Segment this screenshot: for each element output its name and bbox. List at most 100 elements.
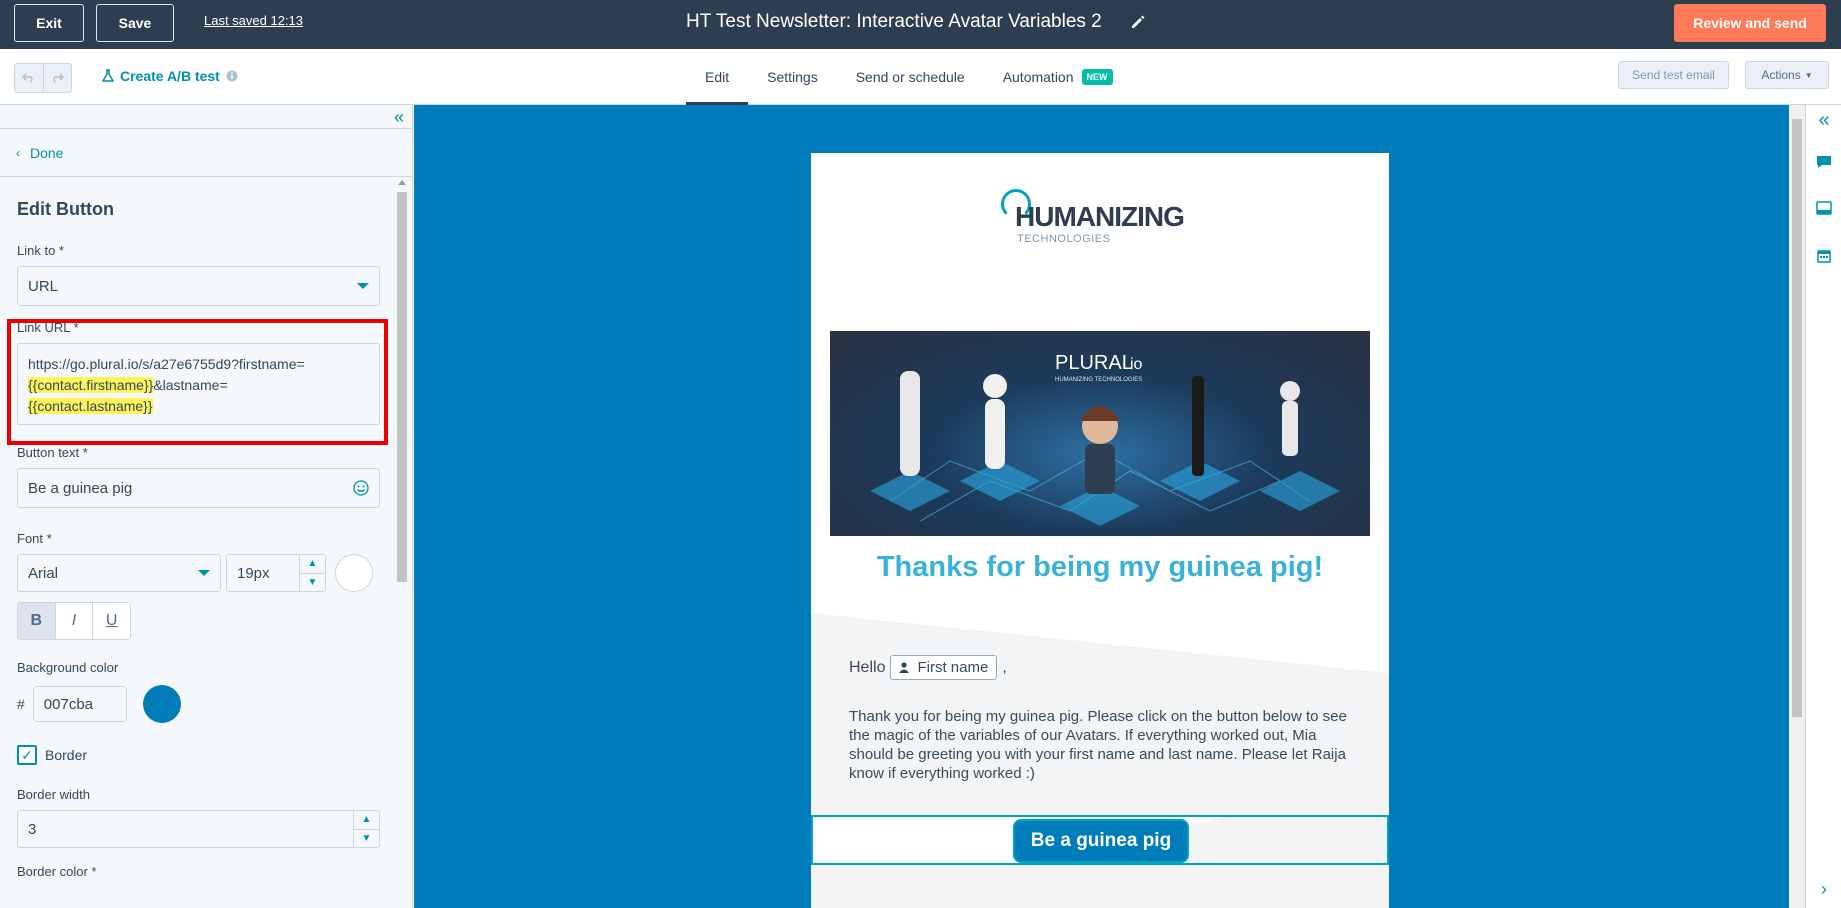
info-icon[interactable]: [226, 70, 238, 82]
font-size-stepper[interactable]: ▲ ▼: [299, 555, 325, 591]
preview-icon[interactable]: [1815, 199, 1833, 217]
panel-heading: Edit Button: [17, 199, 114, 219]
underline-button[interactable]: U: [92, 603, 131, 639]
border-width-label: Border width: [17, 787, 90, 802]
hero-brand-text: PLURAL: [1055, 352, 1133, 374]
review-and-send-button[interactable]: Review and send: [1674, 4, 1826, 42]
bg-color-swatch[interactable]: [142, 685, 181, 723]
right-sidebar: « ›: [1805, 105, 1841, 908]
first-name-token-label: First name: [917, 659, 989, 676]
email-headline[interactable]: Thanks for being my guinea pig!: [811, 551, 1389, 584]
calendar-icon[interactable]: [1815, 247, 1833, 265]
button-text-input[interactable]: Be a guinea pig: [17, 468, 380, 508]
canvas-scroll-thumb[interactable]: [1792, 119, 1802, 717]
email-preview: HUMANIZING TECHNOLOGIES PLURAL io HUMANI…: [811, 153, 1389, 908]
panel-collapse-row: «: [0, 105, 412, 129]
hash-label: #: [17, 696, 25, 712]
hero-image[interactable]: PLURAL io HUMANIZING TECHNOLOGIES: [830, 331, 1370, 536]
tab-automation-label: Automation: [1002, 69, 1074, 85]
tab-automation[interactable]: Automation NEW: [984, 49, 1132, 105]
panel-scroll-thumb[interactable]: [397, 192, 407, 582]
button-text-label: Button text *: [17, 445, 88, 460]
scroll-up-icon[interactable]: [398, 180, 406, 185]
stepper-up-icon[interactable]: ▲: [354, 811, 379, 829]
font-label: Font *: [17, 531, 52, 546]
flask-icon: [102, 69, 114, 82]
edit-button-panel: « ‹ Done Edit Button Link to * URL Link …: [0, 105, 413, 908]
canvas-scrollbar[interactable]: [1789, 105, 1805, 908]
bold-button[interactable]: B: [18, 603, 55, 639]
button-module[interactable]: Be a guinea pig: [811, 815, 1389, 865]
tab-send-label: Send or schedule: [855, 69, 965, 85]
top-bar: Exit Save Last saved 12:13 HT Test Newsl…: [0, 0, 1841, 49]
done-label: Done: [30, 144, 64, 161]
bg-color-row: # 007cba: [17, 685, 380, 723]
first-name-token[interactable]: First name: [890, 655, 998, 680]
collapse-panel-icon[interactable]: «: [394, 107, 404, 128]
panel-body: Edit Button Link to * URL Link URL * htt…: [0, 178, 397, 908]
text-style-buttons: B I U: [17, 602, 131, 640]
chevron-right-icon[interactable]: ›: [1815, 879, 1833, 899]
tab-settings[interactable]: Settings: [748, 49, 837, 105]
undo-icon[interactable]: [15, 64, 43, 92]
logo-text: HUMANIZING: [1015, 201, 1185, 232]
font-color-swatch[interactable]: [335, 554, 373, 592]
hero-brand-suffix: io: [1130, 356, 1143, 373]
panel-scrollbar[interactable]: [396, 178, 408, 908]
emoji-icon[interactable]: [353, 480, 369, 496]
border-width-stepper[interactable]: ▲ ▼: [353, 811, 379, 847]
border-width-value: 3: [28, 820, 37, 838]
link-to-value: URL: [28, 277, 59, 295]
link-url-annotation-box: [7, 319, 388, 445]
humanizing-logo[interactable]: HUMANIZING TECHNOLOGIES: [1001, 189, 1201, 253]
caret-down-icon: [357, 283, 369, 289]
font-family-select[interactable]: Arial: [17, 554, 221, 592]
tab-edit-label: Edit: [705, 69, 730, 85]
email-body-text[interactable]: Thank you for being my guinea pig. Pleas…: [849, 707, 1359, 783]
stepper-down-icon[interactable]: ▼: [354, 828, 379, 848]
actions-label: Actions: [1761, 68, 1801, 82]
pencil-icon[interactable]: [1130, 14, 1146, 30]
exit-button[interactable]: Exit: [14, 4, 84, 42]
create-ab-test-link[interactable]: Create A/B test: [102, 68, 238, 84]
font-row: Arial 19px ▲ ▼: [17, 554, 380, 592]
ab-test-label: Create A/B test: [120, 68, 220, 84]
expand-sidebar-icon[interactable]: «: [1815, 109, 1833, 131]
tab-settings-label: Settings: [767, 69, 818, 85]
border-width-input[interactable]: 3 ▲ ▼: [17, 810, 380, 848]
last-saved-link[interactable]: Last saved 12:13: [204, 13, 303, 28]
logo-subtext: TECHNOLOGIES: [1017, 233, 1111, 245]
bg-color-label: Background color: [17, 660, 119, 675]
hero-illustration: PLURAL io HUMANIZING TECHNOLOGIES: [870, 352, 1340, 526]
greeting-comma: ,: [1002, 658, 1007, 676]
bg-color-input[interactable]: 007cba: [32, 686, 127, 722]
comments-icon[interactable]: [1815, 153, 1833, 171]
send-test-email-button[interactable]: Send test email: [1618, 61, 1729, 89]
actions-dropdown[interactable]: Actions ▼: [1745, 61, 1829, 89]
border-checkbox-row[interactable]: ✓ Border: [17, 745, 380, 765]
undo-redo-group: [14, 63, 72, 93]
hero-subtext: HUMANIZING TECHNOLOGIES: [1055, 377, 1142, 383]
font-family-value: Arial: [28, 564, 59, 582]
guinea-pig-button[interactable]: Be a guinea pig: [1013, 819, 1189, 863]
new-badge: NEW: [1081, 69, 1113, 85]
greeting-row[interactable]: Hello First name ,: [849, 655, 1007, 680]
tab-edit[interactable]: Edit: [686, 49, 749, 105]
email-title: HT Test Newsletter: Interactive Avatar V…: [686, 11, 1102, 32]
chevron-down-icon: ▼: [1804, 70, 1813, 80]
font-size-value: 19px: [237, 564, 270, 582]
button-text-value: Be a guinea pig: [28, 479, 133, 497]
save-button[interactable]: Save: [96, 4, 174, 42]
font-size-input[interactable]: 19px ▲ ▼: [226, 554, 326, 592]
italic-button[interactable]: I: [54, 603, 93, 639]
stepper-up-icon[interactable]: ▲: [300, 555, 325, 573]
editor-toolbar: Create A/B test Edit Settings Send or sc…: [0, 49, 1841, 105]
border-checkbox[interactable]: ✓: [17, 745, 37, 765]
link-to-label: Link to *: [17, 243, 64, 258]
done-link[interactable]: ‹ Done: [0, 129, 412, 177]
redo-icon[interactable]: [42, 64, 72, 92]
stepper-down-icon[interactable]: ▼: [300, 572, 325, 592]
link-to-select[interactable]: URL: [17, 266, 380, 306]
person-icon: [899, 662, 910, 673]
tab-send-or-schedule[interactable]: Send or schedule: [837, 49, 984, 105]
